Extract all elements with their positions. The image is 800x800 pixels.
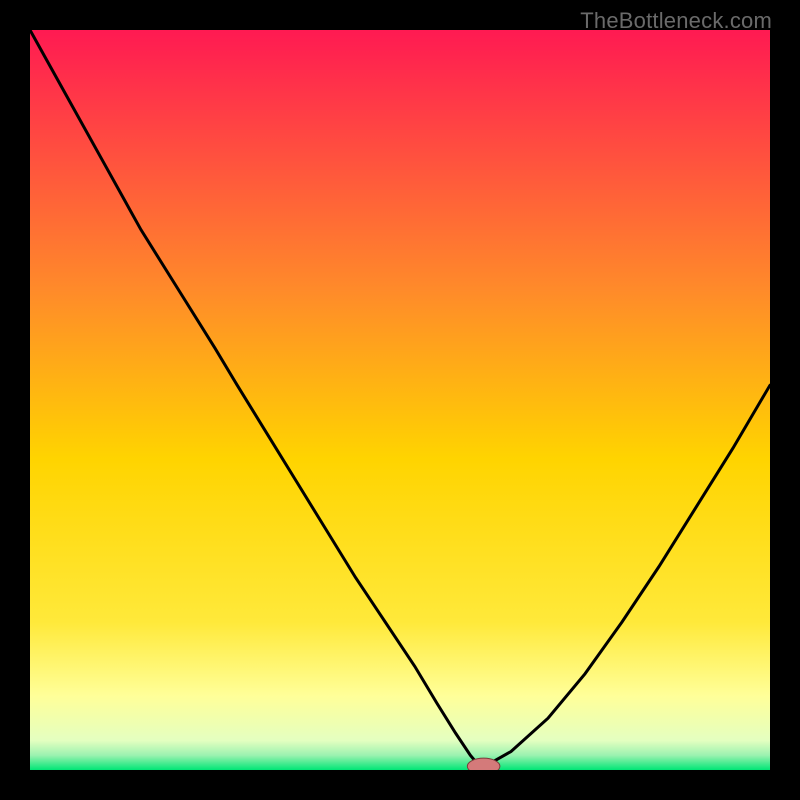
plot-area xyxy=(30,30,770,770)
chart-frame: TheBottleneck.com xyxy=(0,0,800,800)
optimum-marker xyxy=(467,758,500,770)
gradient-background xyxy=(30,30,770,770)
bottleneck-chart xyxy=(30,30,770,770)
